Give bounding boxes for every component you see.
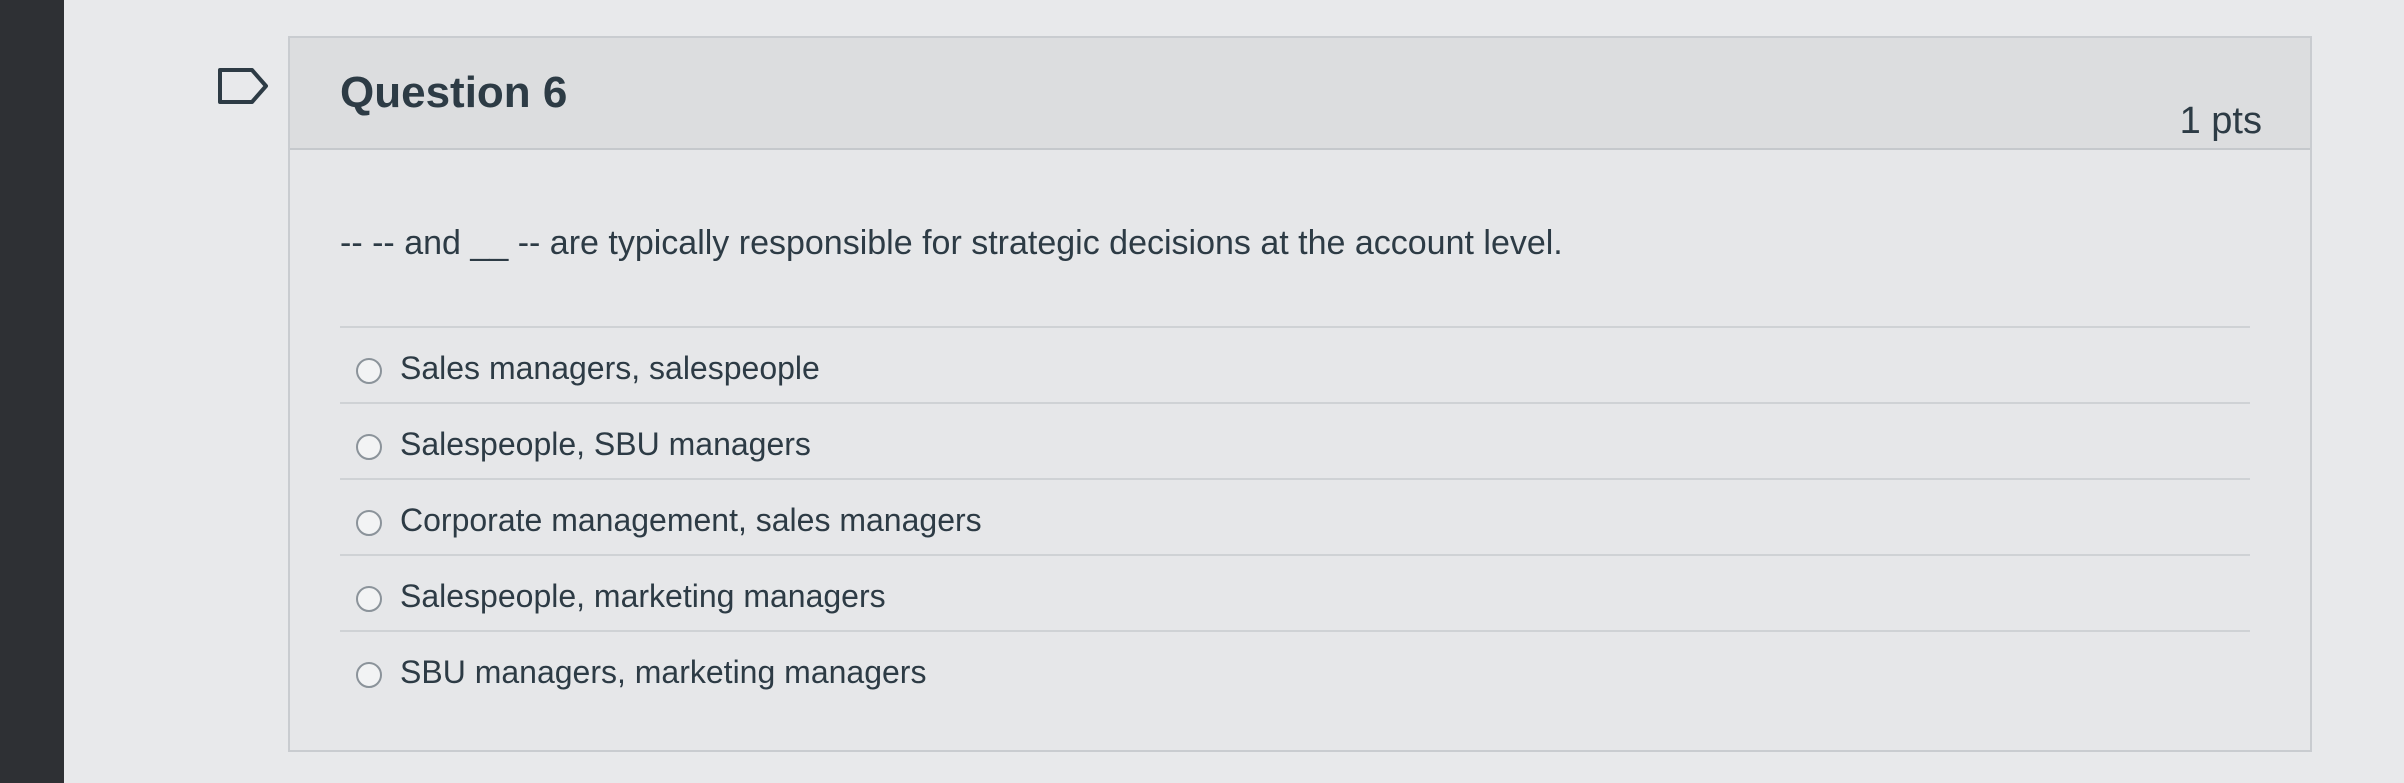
radio-button[interactable] (356, 358, 382, 384)
question-connector: and (404, 224, 461, 262)
blank-2b: -- (517, 224, 541, 262)
radio-button[interactable] (356, 586, 382, 612)
radio-button[interactable] (356, 662, 382, 688)
answer-option[interactable]: Salespeople, marketing managers (340, 554, 2250, 630)
question-title: Question 6 (340, 68, 568, 117)
question-points: 1 pts (2179, 100, 2262, 142)
answer-label[interactable]: Salespeople, marketing managers (400, 578, 886, 615)
question-card: Question 6 1 pts -- -- and __ -- are typ… (288, 36, 2312, 752)
answer-label[interactable]: Sales managers, salespeople (400, 350, 820, 387)
answer-option[interactable]: SBU managers, marketing managers (340, 630, 2250, 706)
question-header: Question 6 1 pts (290, 38, 2310, 150)
flag-icon[interactable] (216, 66, 270, 106)
answer-list: Sales managers, salespeople Salespeople,… (340, 326, 2250, 706)
radio-button[interactable] (356, 510, 382, 536)
blank-1a: -- (340, 224, 363, 262)
answer-label[interactable]: Salespeople, SBU managers (400, 426, 811, 463)
blank-1b: -- (372, 224, 395, 262)
answer-option[interactable]: Salespeople, SBU managers (340, 402, 2250, 478)
blank-2a: __ (470, 224, 509, 262)
answer-option[interactable]: Corporate management, sales managers (340, 478, 2250, 554)
answer-label[interactable]: SBU managers, marketing managers (400, 654, 926, 691)
left-nav-bar (0, 0, 64, 783)
question-rest: are typically responsible for strategic … (549, 224, 1563, 262)
answer-option[interactable]: Sales managers, salespeople (340, 326, 2250, 402)
answer-label[interactable]: Corporate management, sales managers (400, 502, 982, 539)
question-text: -- -- and __ -- are typically responsibl… (340, 224, 1563, 263)
radio-button[interactable] (356, 434, 382, 460)
